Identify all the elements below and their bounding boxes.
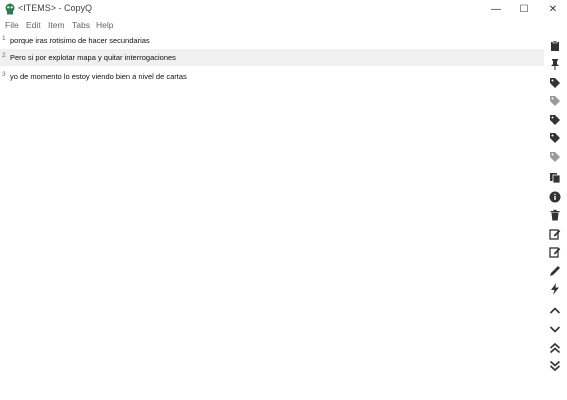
- copyq-app-icon: [5, 3, 15, 15]
- menu-file[interactable]: File: [5, 20, 19, 30]
- maximize-button[interactable]: ☐: [510, 0, 538, 18]
- menu-edit[interactable]: Edit: [26, 20, 41, 30]
- menu-help[interactable]: Help: [96, 20, 113, 30]
- lightning-icon[interactable]: [547, 281, 563, 297]
- menu-bar: File Edit Item Tabs Help: [0, 18, 567, 32]
- list-item[interactable]: 2 Pero si por explotar mapa y quitar int…: [0, 49, 544, 66]
- trash-icon[interactable]: [547, 207, 563, 223]
- close-button[interactable]: ✕: [539, 0, 567, 18]
- edit-alt-icon[interactable]: [547, 244, 563, 260]
- tag-icon[interactable]: [547, 75, 563, 91]
- item-number: 3: [2, 71, 6, 78]
- double-chevron-up-icon[interactable]: [547, 340, 563, 356]
- menu-tabs[interactable]: Tabs: [72, 20, 90, 30]
- window-title: <ITEMS> - CopyQ: [18, 3, 93, 13]
- minimize-button[interactable]: —: [482, 0, 510, 18]
- chevron-down-icon[interactable]: [547, 321, 563, 337]
- item-number: 2: [2, 52, 6, 59]
- item-toolbar: [544, 32, 567, 400]
- tag-light-icon[interactable]: [547, 93, 563, 109]
- list-item[interactable]: 3 yo de momento lo estoy viendo bien a n…: [0, 68, 544, 85]
- menu-item[interactable]: Item: [48, 20, 65, 30]
- double-chevron-down-icon[interactable]: [547, 358, 563, 374]
- item-text: Pero si por explotar mapa y quitar inter…: [10, 53, 176, 62]
- tag-icon[interactable]: [547, 112, 563, 128]
- item-text: yo de momento lo estoy viendo bien a niv…: [10, 72, 187, 81]
- pencil-icon[interactable]: [547, 263, 563, 279]
- chevron-up-icon[interactable]: [547, 303, 563, 319]
- pin-icon[interactable]: [547, 56, 563, 72]
- edit-icon[interactable]: [547, 226, 563, 242]
- list-item[interactable]: 1 porque iras rotisimo de hacer secundar…: [0, 32, 544, 49]
- info-icon[interactable]: [547, 189, 563, 205]
- item-text: porque iras rotisimo de hacer secundaria…: [10, 36, 150, 45]
- item-number: 1: [2, 35, 6, 42]
- title-bar: <ITEMS> - CopyQ — ☐ ✕: [0, 0, 567, 18]
- tag-light-icon[interactable]: [547, 149, 563, 165]
- clipboard-item-list[interactable]: 1 porque iras rotisimo de hacer secundar…: [0, 32, 544, 400]
- tag-icon[interactable]: [547, 130, 563, 146]
- copy-icon[interactable]: [547, 170, 563, 186]
- paste-icon[interactable]: [547, 38, 563, 54]
